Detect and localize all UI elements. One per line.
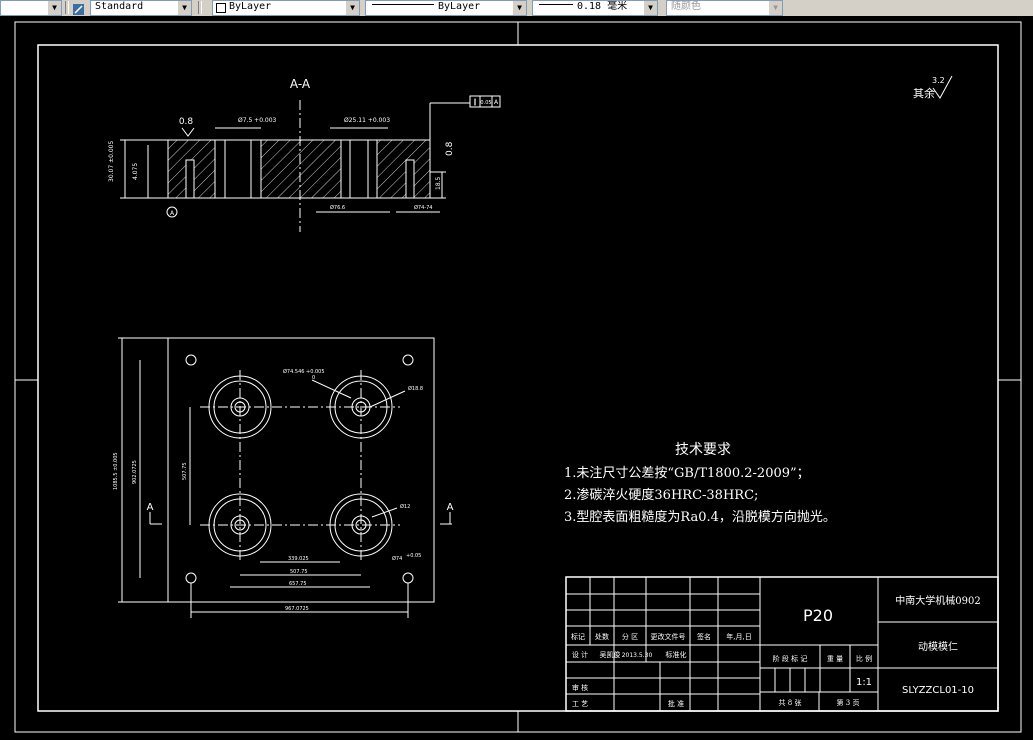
- leader-line: [369, 390, 406, 408]
- chevron-down-icon[interactable]: ▼: [769, 1, 782, 15]
- section-hole-left: [214, 139, 262, 199]
- section-pin-right: [405, 159, 415, 199]
- roughness-symbol: [181, 127, 195, 137]
- plan-dim-h1: 339.025: [288, 556, 309, 562]
- outer-frame: [14, 21, 1022, 733]
- plan-dim-vert-inner: 507.75: [182, 463, 188, 481]
- plan-dim-vert-total: 1085.5 ±0.005: [113, 452, 119, 490]
- dim-height-a: 30.07 ±0.005: [108, 141, 115, 182]
- parallelism-icon: ∥: [473, 98, 477, 106]
- school-name: 中南大学机械0902: [895, 594, 980, 607]
- change-doc-header: 更改文件号: [651, 632, 686, 641]
- dim-height-b: 4.075: [132, 163, 139, 180]
- tech-req-item-2: 2.渗碳淬火硬度36HRC-38HRC;: [564, 487, 758, 503]
- cad-drawing: A-A 30.07 ±0.005 4.075 0.8 Ø7.5 +0.003 Ø…: [14, 21, 1022, 733]
- drawing-number: SLYZZCL01-10: [902, 685, 974, 696]
- stage-mark-header: 阶 段 标 记: [773, 654, 808, 663]
- leader-line: [371, 507, 398, 518]
- mark-header: 标记: [571, 632, 585, 641]
- lineweight-dropdown[interactable]: 0.18 毫米 ▼: [532, 0, 658, 16]
- chevron-down-icon[interactable]: ▼: [644, 1, 657, 15]
- layer-dropdown[interactable]: ByLayer ▼: [212, 0, 360, 16]
- plan-dim-right-bottom-b: +0.05: [406, 553, 421, 559]
- chamfer-right: 0.8: [445, 141, 455, 156]
- dim-bottom-b: Ø74-74: [414, 204, 432, 211]
- weight-header: 重 量: [827, 655, 843, 663]
- chamfer-left: 0.8: [179, 117, 194, 127]
- review-label: 审 核: [572, 683, 588, 692]
- zone-header: 分 区: [622, 632, 638, 641]
- date-header: 年,月,日: [726, 632, 751, 641]
- dim-hole-left: Ø7.5 +0.003: [238, 117, 277, 124]
- text-style-dropdown[interactable]: Standard ▼: [90, 0, 192, 16]
- count-header: 处数: [595, 632, 609, 641]
- plan-dim-h3: 657.75: [289, 581, 307, 587]
- designer-name: 吴凯俊: [600, 650, 621, 659]
- text-style-icon[interactable]: [72, 1, 85, 15]
- part-name: 动模模仁: [918, 641, 958, 653]
- tech-requirements: 技术要求 1.未注尺寸公差按“GB/T1800.2-2009”； 2.渗碳淬火硬…: [564, 442, 836, 525]
- section-view: A-A 30.07 ±0.005 4.075 0.8 Ø7.5 +0.003 Ø…: [108, 77, 501, 232]
- chevron-down-icon[interactable]: ▼: [513, 1, 526, 15]
- leader-line: [311, 379, 352, 399]
- section-body: [167, 139, 431, 199]
- layer-color-swatch: [216, 3, 226, 13]
- plan-dim-h4: 967.0725: [285, 606, 309, 612]
- section-hole-right: [340, 139, 378, 199]
- drawing-canvas[interactable]: A-A 30.07 ±0.005 4.075 0.8 Ø7.5 +0.003 Ø…: [0, 16, 1033, 740]
- color-dropdown[interactable]: 随颜色 ▼: [666, 0, 783, 16]
- plan-dim-vert-outer: 902.0725: [132, 460, 138, 484]
- toolbar-separator: [198, 1, 202, 14]
- title-block-text: P20 中南大学机械0902 动模模仁 SLYZZCL01-10 1:1 标记 …: [571, 594, 981, 708]
- plan-dim-right-top: Ø18.8: [408, 385, 423, 392]
- sheets-total: 共 8 张: [779, 698, 802, 707]
- section-pin-left: [185, 159, 195, 199]
- first-dropdown[interactable]: ▼: [0, 0, 62, 16]
- chevron-down-icon[interactable]: ▼: [346, 1, 359, 15]
- lineweight-sample: [539, 4, 573, 5]
- tolerance-value: 0.05: [480, 100, 491, 106]
- section-label: A-A: [290, 77, 311, 91]
- linetype-dropdown[interactable]: ByLayer ▼: [365, 0, 527, 16]
- tech-req-item-1: 1.未注尺寸公差按“GB/T1800.2-2009”；: [564, 466, 810, 481]
- section-arrow-right: A: [447, 502, 454, 513]
- section-arrow-left: A: [147, 502, 154, 513]
- scale-header: 比 例: [856, 654, 872, 663]
- roughness-note-text: 其余: [913, 86, 935, 100]
- chevron-down-icon[interactable]: ▼: [48, 1, 61, 15]
- standard-label: 标准化: [666, 650, 687, 659]
- plan-dim-right-mid: Ø12: [400, 503, 410, 510]
- plan-dim-right-bottom: Ø74: [392, 555, 402, 562]
- roughness-note: 其余 3.2: [913, 75, 953, 100]
- roughness-value: 3.2: [932, 76, 945, 85]
- sheet-number: 第 3 页: [837, 698, 860, 707]
- tech-req-item-3: 3.型腔表面粗糙度为Ra0.4，沿脱模方向抛光。: [564, 509, 836, 525]
- properties-toolbar: ▼ Standard ▼ ByLayer ▼ ByLayer ▼ 0.18 毫米…: [0, 0, 1033, 17]
- signature-header: 签名: [697, 632, 711, 641]
- plan-view: Ø74.546 +0.005 0 Ø18.8 Ø12 Ø74 +0.05 507…: [113, 337, 454, 618]
- tolerance-datum: A: [494, 99, 499, 106]
- scale-value: 1:1: [856, 677, 872, 688]
- design-label: 设 计: [572, 650, 588, 659]
- dim-hole-right: Ø25.11 +0.003: [344, 117, 390, 124]
- process-label: 工 艺: [572, 700, 588, 708]
- approve-label: 批 准: [668, 699, 684, 708]
- design-date: 2013.5.30: [622, 652, 653, 659]
- dim-bottom-a: Ø76.6: [330, 204, 345, 211]
- plan-dim-h2: 507.75: [290, 569, 308, 575]
- part-code: P20: [803, 606, 833, 625]
- tech-req-title: 技术要求: [675, 442, 731, 458]
- chevron-down-icon[interactable]: ▼: [178, 1, 191, 15]
- dim-depth: 18.5: [435, 176, 442, 190]
- linetype-sample: [372, 4, 434, 5]
- plan-dim-top: Ø74.546 +0.005: [283, 368, 325, 375]
- toolbar-separator: [65, 1, 69, 14]
